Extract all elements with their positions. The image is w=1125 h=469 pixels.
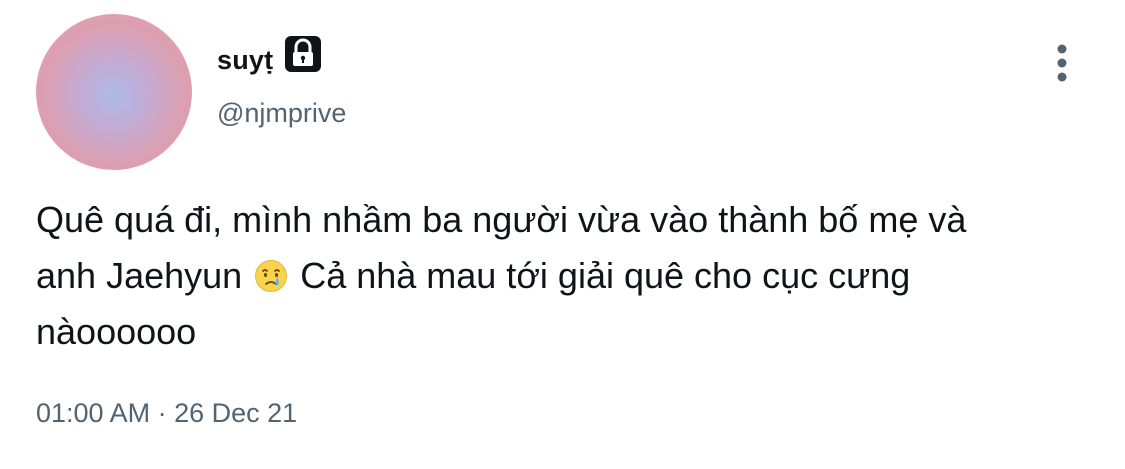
crying-face-emoji-icon bbox=[254, 253, 288, 292]
more-vertical-icon[interactable] bbox=[1050, 42, 1074, 84]
avatar[interactable] bbox=[36, 14, 192, 170]
tweet-card: suyṭ @njmprive Quê quá đi, mình nhầm ba … bbox=[0, 0, 1125, 469]
tweet-text: Quê quá đi, mình nhầm ba người vừa vào t… bbox=[36, 192, 1096, 360]
username[interactable]: @njmprive bbox=[217, 98, 346, 129]
lock-icon bbox=[283, 34, 323, 74]
author-name-row: suyṭ bbox=[217, 36, 323, 84]
display-name[interactable]: suyṭ bbox=[217, 45, 273, 76]
timestamp[interactable]: 01:00 AM · 26 Dec 21 bbox=[36, 398, 297, 429]
